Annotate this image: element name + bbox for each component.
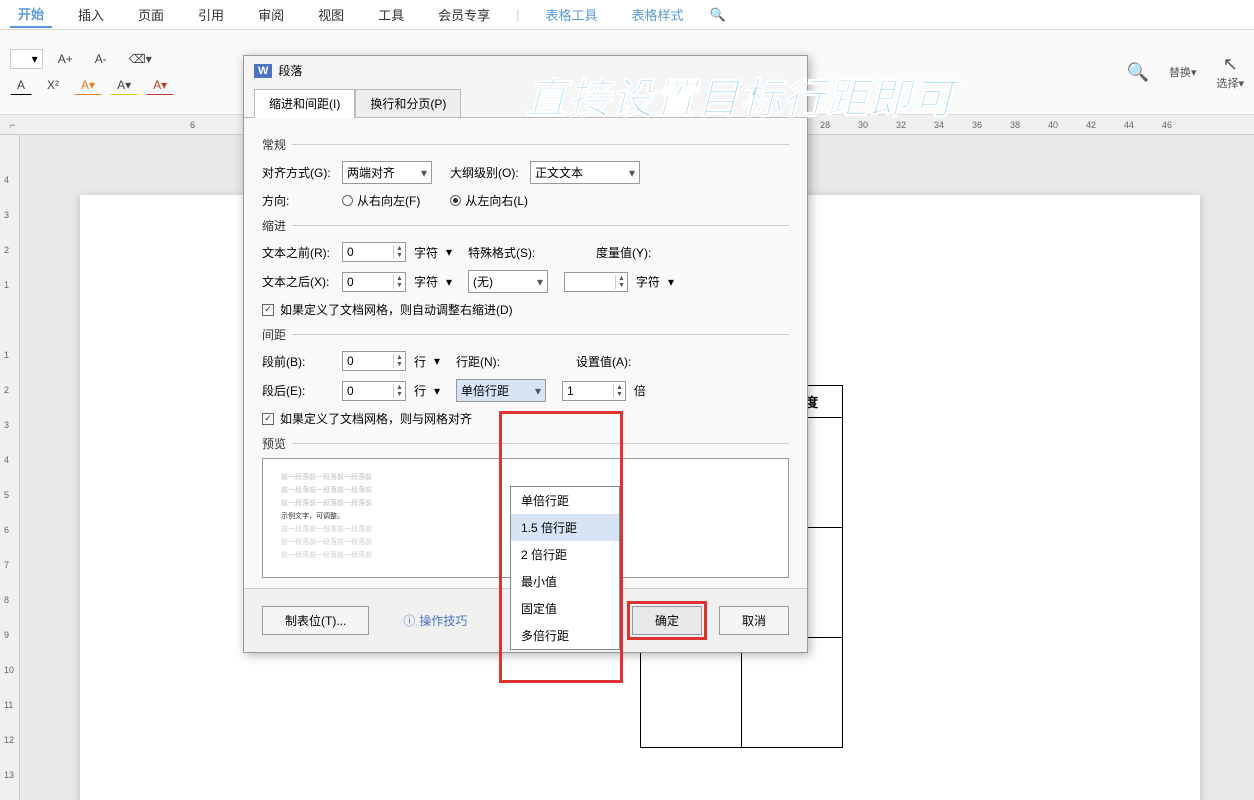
dropdown-option[interactable]: 多倍行距	[511, 622, 619, 649]
tips-link[interactable]: ⓘ操作技巧	[381, 607, 489, 634]
radio-ltr[interactable]: 从左向右(L)	[450, 192, 528, 209]
tabs-button[interactable]: 制表位(T)...	[262, 606, 369, 635]
strikethrough-button[interactable]: A	[10, 75, 32, 95]
vertical-ruler: 4 3 2 1 1 2 3 4 5 6 7 8 9 10 11 12 13	[0, 135, 20, 800]
menu-item-start[interactable]: 开始	[10, 1, 52, 28]
before-text-spinner[interactable]: ▲▼	[342, 242, 406, 262]
radio-rtl[interactable]: 从右向左(F)	[342, 192, 420, 209]
tab-line-page-breaks[interactable]: 换行和分页(P)	[355, 89, 461, 118]
search-icon[interactable]: 🔍	[710, 7, 726, 23]
grid-align-checkbox[interactable]: ✓如果定义了文档网格，则与网格对齐	[262, 410, 789, 427]
metric-spinner[interactable]: ▲▼	[564, 272, 628, 292]
font-color2-button[interactable]: A▾	[146, 75, 174, 95]
after-para-spinner[interactable]: ▲▼	[342, 381, 406, 401]
replace-tool[interactable]: 替换▾	[1169, 64, 1197, 80]
menu-item-tools[interactable]: 工具	[370, 2, 412, 27]
clear-format-icon[interactable]: ⌫▾	[122, 49, 159, 69]
select-tool[interactable]: ↖选择▾	[1216, 54, 1244, 91]
line-spacing-combo[interactable]: 单倍行距	[456, 379, 546, 402]
align-label: 对齐方式(G):	[262, 164, 334, 181]
dropdown-option[interactable]: 单倍行距	[511, 487, 619, 514]
after-text-spinner[interactable]: ▲▼	[342, 272, 406, 292]
dropdown-option[interactable]: 2 倍行距	[511, 541, 619, 568]
auto-adjust-checkbox[interactable]: ✓如果定义了文档网格，则自动调整右缩进(D)	[262, 301, 789, 318]
menu-item-view[interactable]: 视图	[310, 2, 352, 27]
dropdown-option[interactable]: 固定值	[511, 595, 619, 622]
menu-item-reference[interactable]: 引用	[190, 2, 232, 27]
section-general: 常规	[262, 136, 789, 153]
tab-indent-spacing[interactable]: 缩进和间距(I)	[254, 89, 355, 118]
table-row[interactable]	[641, 638, 843, 748]
ok-button[interactable]: 确定	[632, 606, 702, 635]
char-unit: 字符	[414, 244, 438, 261]
ok-highlight: 确定	[627, 601, 707, 640]
tips-icon: ⓘ	[403, 612, 415, 629]
line-spacing-label: 行距(N):	[456, 353, 528, 370]
dropdown-option[interactable]: 最小值	[511, 568, 619, 595]
align-combo[interactable]: 两端对齐	[342, 161, 432, 184]
special-combo[interactable]: (无)	[468, 270, 548, 293]
menu-item-review[interactable]: 审阅	[250, 2, 292, 27]
menu-item-page[interactable]: 页面	[130, 2, 172, 27]
app-icon: W	[254, 64, 272, 78]
set-value-spinner[interactable]: ▲▼	[562, 381, 626, 401]
line-spacing-dropdown: 单倍行距 1.5 倍行距 2 倍行距 最小值 固定值 多倍行距	[510, 486, 620, 650]
font-size-up[interactable]: A+	[51, 49, 80, 69]
menu-bar: 开始 插入 页面 引用 审阅 视图 工具 会员专享 | 表格工具 表格样式 🔍	[0, 0, 1254, 30]
metric-label: 度量值(Y):	[596, 244, 668, 261]
tab-indicator: ⌐	[10, 120, 15, 130]
special-label: 特殊格式(S):	[468, 244, 540, 261]
font-size-down[interactable]: A-	[88, 49, 114, 69]
superscript-button[interactable]: X²	[40, 75, 66, 95]
dialog-title-text: 段落	[278, 62, 302, 79]
menu-item-table-style[interactable]: 表格样式	[624, 2, 692, 27]
section-indent: 缩进	[262, 217, 789, 234]
direction-label: 方向:	[262, 192, 334, 209]
menu-item-table-tools[interactable]: 表格工具	[538, 2, 606, 27]
highlight-button[interactable]: A▾	[110, 75, 138, 95]
before-text-label: 文本之前(R):	[262, 244, 334, 261]
before-para-spinner[interactable]: ▲▼	[342, 351, 406, 371]
menu-item-insert[interactable]: 插入	[70, 2, 112, 27]
menu-item-member[interactable]: 会员专享	[430, 2, 498, 27]
outline-combo[interactable]: 正文文本	[530, 161, 640, 184]
cancel-button[interactable]: 取消	[719, 606, 789, 635]
outline-label: 大纲级别(O):	[450, 164, 522, 181]
before-para-label: 段前(B):	[262, 353, 334, 370]
section-spacing: 间距	[262, 326, 789, 343]
after-text-label: 文本之后(X):	[262, 273, 334, 290]
font-color-button[interactable]: A▾	[74, 75, 102, 95]
dropdown-option[interactable]: 1.5 倍行距	[511, 514, 619, 541]
search-tool[interactable]: 🔍	[1127, 62, 1149, 83]
section-preview: 预览	[262, 435, 789, 452]
paragraph-dialog: W 段落 缩进和间距(I) 换行和分页(P) 常规 对齐方式(G): 两端对齐 …	[243, 55, 808, 653]
font-family-select[interactable]: ▾	[10, 49, 43, 69]
set-value-label: 设置值(A):	[576, 353, 648, 370]
tutorial-caption: 直接设置目标行距即可	[525, 65, 955, 126]
after-para-label: 段后(E):	[262, 382, 334, 399]
